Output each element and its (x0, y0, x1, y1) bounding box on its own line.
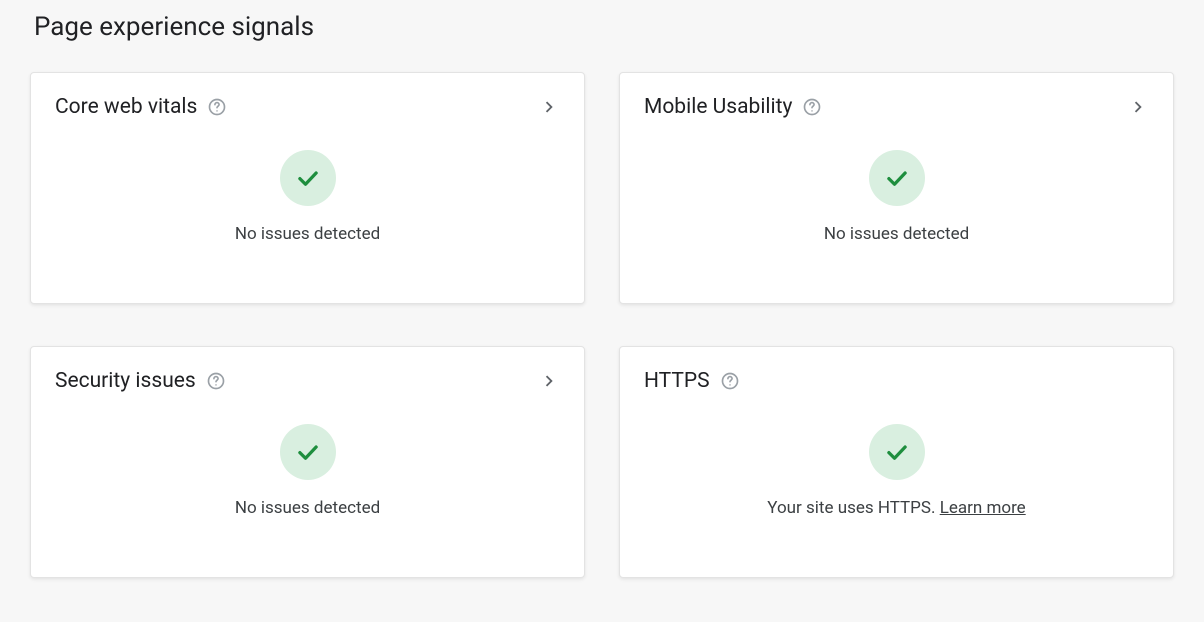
signal-grid: Core web vitals (30, 72, 1174, 578)
card-body: No issues detected (55, 393, 560, 555)
card-header: Security issues (55, 369, 560, 393)
check-icon (869, 150, 925, 206)
page-title: Page experience signals (34, 12, 1174, 42)
help-icon[interactable] (802, 97, 822, 117)
chevron-right-icon[interactable] (538, 96, 560, 118)
learn-more-link[interactable]: Learn more (940, 498, 1026, 518)
card-title: HTTPS (644, 369, 710, 393)
help-icon[interactable] (206, 371, 226, 391)
check-icon (280, 424, 336, 480)
status-prefix: Your site uses HTTPS. (767, 498, 939, 518)
card-header: HTTPS (644, 369, 1149, 393)
card-https: HTTPS Your site uses HTTPS (619, 346, 1174, 578)
card-core-web-vitals[interactable]: Core web vitals (30, 72, 585, 304)
status-text: No issues detected (824, 224, 969, 244)
card-body: No issues detected (644, 119, 1149, 281)
card-header: Mobile Usability (644, 95, 1149, 119)
card-body: Your site uses HTTPS. Learn more (644, 393, 1149, 555)
chevron-right-icon[interactable] (538, 370, 560, 392)
help-icon[interactable] (207, 97, 227, 117)
card-body: No issues detected (55, 119, 560, 281)
card-mobile-usability[interactable]: Mobile Usability (619, 72, 1174, 304)
help-icon[interactable] (720, 371, 740, 391)
card-security-issues[interactable]: Security issues (30, 346, 585, 578)
chevron-right-icon[interactable] (1127, 96, 1149, 118)
card-title: Core web vitals (55, 95, 197, 119)
card-title: Security issues (55, 369, 196, 393)
status-text: No issues detected (235, 224, 380, 244)
card-header: Core web vitals (55, 95, 560, 119)
check-icon (869, 424, 925, 480)
check-icon (280, 150, 336, 206)
status-text: Your site uses HTTPS. Learn more (767, 498, 1025, 518)
status-text: No issues detected (235, 498, 380, 518)
card-title: Mobile Usability (644, 95, 792, 119)
